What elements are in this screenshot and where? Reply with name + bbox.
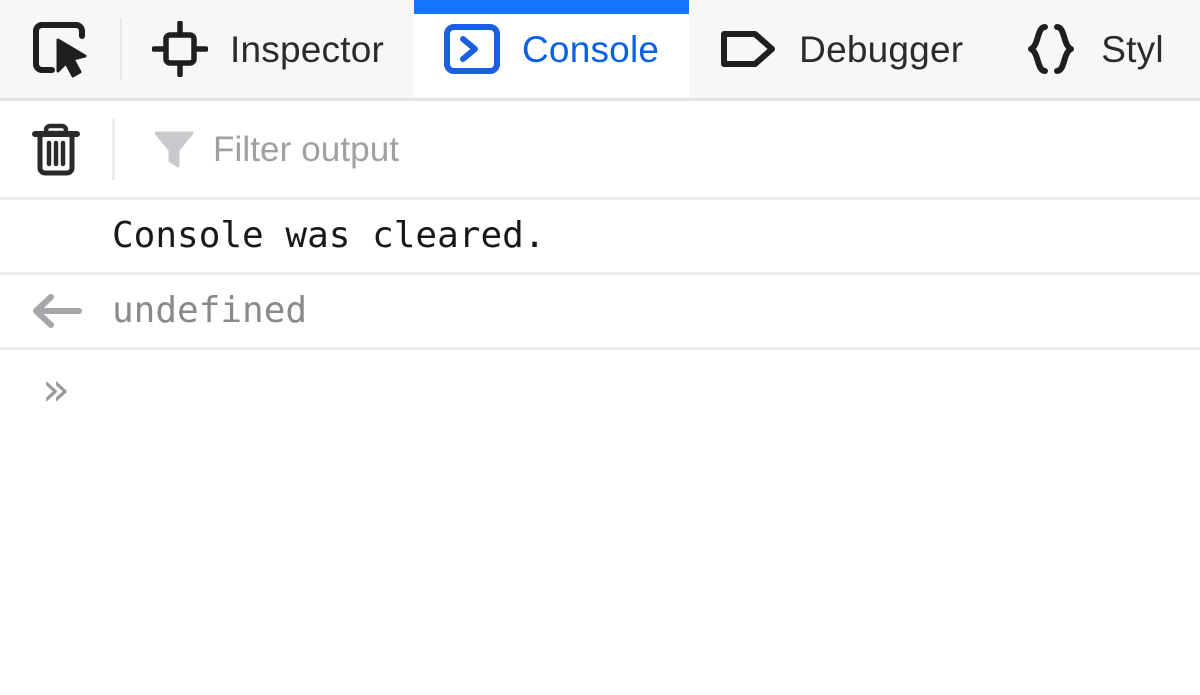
tab-inspector[interactable]: Inspector [122,0,414,98]
console-input[interactable] [112,359,1200,419]
clear-console-button[interactable] [0,121,112,177]
style-editor-braces-icon [1023,23,1079,75]
console-chevron-icon [444,24,500,74]
console-prompt-gutter: » [0,366,112,412]
console-empty-area [0,428,1200,695]
tab-inspector-label: Inspector [230,28,384,70]
console-message-result[interactable]: undefined [0,275,1200,350]
console-output: Console was cleared. undefined » [0,200,1200,695]
trash-icon [31,121,81,177]
tab-style-editor-label: Styl [1101,28,1164,70]
debugger-tag-icon [719,26,777,72]
tab-debugger[interactable]: Debugger [689,0,993,98]
return-arrow-icon [29,291,83,331]
console-filter-toolbar: Filter output [0,101,1200,200]
inspector-target-icon [152,21,208,77]
devtools-panel: Inspector Console Debugger Styl Filter o… [0,0,1200,695]
tab-console[interactable]: Console [414,0,690,98]
filter-input-placeholder: Filter output [213,129,400,169]
console-result-text: undefined [112,290,308,331]
tab-style-editor[interactable]: Styl [993,0,1193,98]
console-message-info[interactable]: Console was cleared. [0,200,1200,275]
console-input-row[interactable]: » [0,350,1200,428]
console-message-text: Console was cleared. [112,215,546,256]
element-picker-icon [28,20,92,78]
tab-console-label: Console [522,28,660,70]
filter-funnel-icon [153,127,195,171]
devtools-tab-list: Inspector Console Debugger Styl [122,0,1200,98]
element-picker-button[interactable] [0,0,120,98]
console-result-gutter [0,291,112,331]
devtools-tabbar: Inspector Console Debugger Styl [0,0,1200,101]
double-chevron-right-icon: » [41,362,71,416]
tab-debugger-label: Debugger [799,28,964,70]
filter-output-field[interactable]: Filter output [115,127,1200,171]
